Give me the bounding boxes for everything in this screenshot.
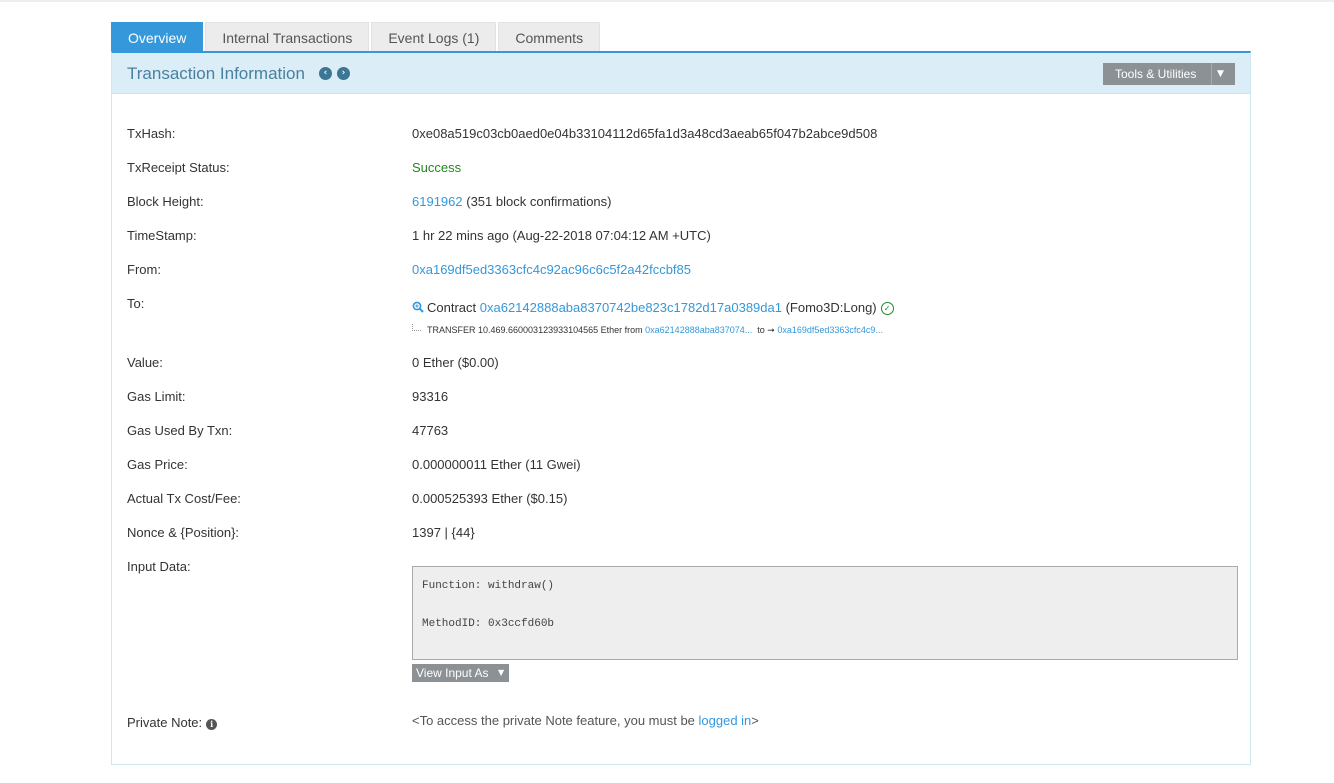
contract-prefix: Contract [427, 300, 477, 315]
private-note-label: Private Note: i [127, 715, 218, 730]
block-confirmations: (351 block confirmations) [466, 194, 612, 209]
transfer-to-label: to ➞ [757, 325, 775, 335]
gas-price-value: 0.000000011 Ether (11 Gwei) [412, 457, 581, 472]
tab-internal-transactions[interactable]: Internal Transactions [205, 22, 370, 52]
input-function: Function: withdraw() [422, 580, 555, 592]
tx-navigation: ‹ › [319, 67, 355, 80]
fee-value: 0.000525393 Ether ($0.15) [412, 491, 568, 506]
token-transfer-row: TRANSFER 10.469.660003123933104565 Ether… [412, 324, 883, 336]
tools-utilities-label: Tools & Utilities [1115, 67, 1197, 81]
transaction-panel: Transaction Information ‹ › Tools & Util… [111, 51, 1251, 765]
from-label: From: [127, 262, 161, 277]
caret-down-icon: ▼ [498, 668, 505, 677]
button-separator [1211, 63, 1212, 85]
timestamp-value: 1 hr 22 mins ago (Aug-22-2018 07:04:12 A… [412, 228, 711, 243]
login-link[interactable]: logged in [699, 713, 752, 728]
tab-comments[interactable]: Comments [498, 22, 601, 52]
input-data-label: Input Data: [127, 559, 191, 574]
tab-bar: Overview Internal Transactions Event Log… [111, 22, 602, 52]
panel-header: Transaction Information ‹ › Tools & Util… [112, 53, 1250, 94]
gas-price-label: Gas Price: [127, 457, 188, 472]
txhash-label: TxHash: [127, 126, 176, 141]
input-data-box[interactable]: Function: withdraw() MethodID: 0x3ccfd60… [412, 566, 1238, 660]
tools-utilities-button[interactable]: Tools & Utilities ▼ [1103, 63, 1235, 85]
value-label: Value: [127, 355, 163, 370]
block-height-value: 6191962 (351 block confirmations) [412, 194, 611, 209]
panel-title: Transaction Information [127, 64, 305, 83]
top-divider [0, 0, 1334, 2]
status-value: Success [412, 160, 462, 175]
gas-used-label: Gas Used By Txn: [127, 423, 233, 438]
search-icon[interactable] [412, 301, 424, 313]
transfer-from-link[interactable]: 0xa62142888aba837074... [645, 325, 752, 335]
block-link[interactable]: 6191962 [412, 194, 463, 209]
gas-limit-value: 93316 [412, 389, 449, 404]
value-value: 0 Ether ($0.00) [412, 355, 499, 370]
nonce-value: 1397 | {44} [412, 525, 475, 540]
info-icon[interactable]: i [206, 719, 218, 730]
gas-used-value: 47763 [412, 423, 449, 438]
transfer-to-link[interactable]: 0xa169df5ed3363cfc4c9... [777, 325, 883, 335]
contract-name: (Fomo3D:Long) [785, 300, 877, 315]
tab-overview[interactable]: Overview [111, 22, 204, 52]
fee-label: Actual Tx Cost/Fee: [127, 491, 241, 506]
nonce-label: Nonce & {Position}: [127, 525, 240, 540]
view-input-as-button[interactable]: View Input As ▼ [412, 664, 509, 682]
from-address-link[interactable]: 0xa169df5ed3363cfc4c92ac96c6c5f2a42fccbf… [412, 262, 691, 277]
tab-event-logs[interactable]: Event Logs (1) [371, 22, 497, 52]
private-note-value: <To access the private Note feature, you… [412, 713, 759, 728]
input-method-id: MethodID: 0x3ccfd60b [422, 618, 555, 630]
status-label: TxReceipt Status: [127, 160, 230, 175]
to-value: Contract 0xa62142888aba8370742be823c1782… [412, 300, 894, 315]
timestamp-label: TimeStamp: [127, 228, 197, 243]
caret-down-icon: ▼ [1217, 69, 1224, 79]
txhash-value: 0xe08a519c03cb0aed0e04b33104112d65fa1d3a… [412, 126, 878, 141]
view-input-as-label: View Input As [416, 666, 489, 680]
arrow-left-icon[interactable]: ‹ [319, 67, 332, 80]
to-label: To: [127, 296, 145, 311]
arrow-right-icon[interactable]: › [337, 67, 350, 80]
block-height-label: Block Height: [127, 194, 204, 209]
tree-connector [412, 324, 421, 331]
transfer-text: TRANSFER 10.469.660003123933104565 Ether… [427, 325, 643, 335]
check-circle-icon: ✓ [880, 302, 894, 315]
gas-limit-label: Gas Limit: [127, 389, 186, 404]
to-contract-link[interactable]: 0xa62142888aba8370742be823c1782d17a0389d… [480, 300, 782, 315]
